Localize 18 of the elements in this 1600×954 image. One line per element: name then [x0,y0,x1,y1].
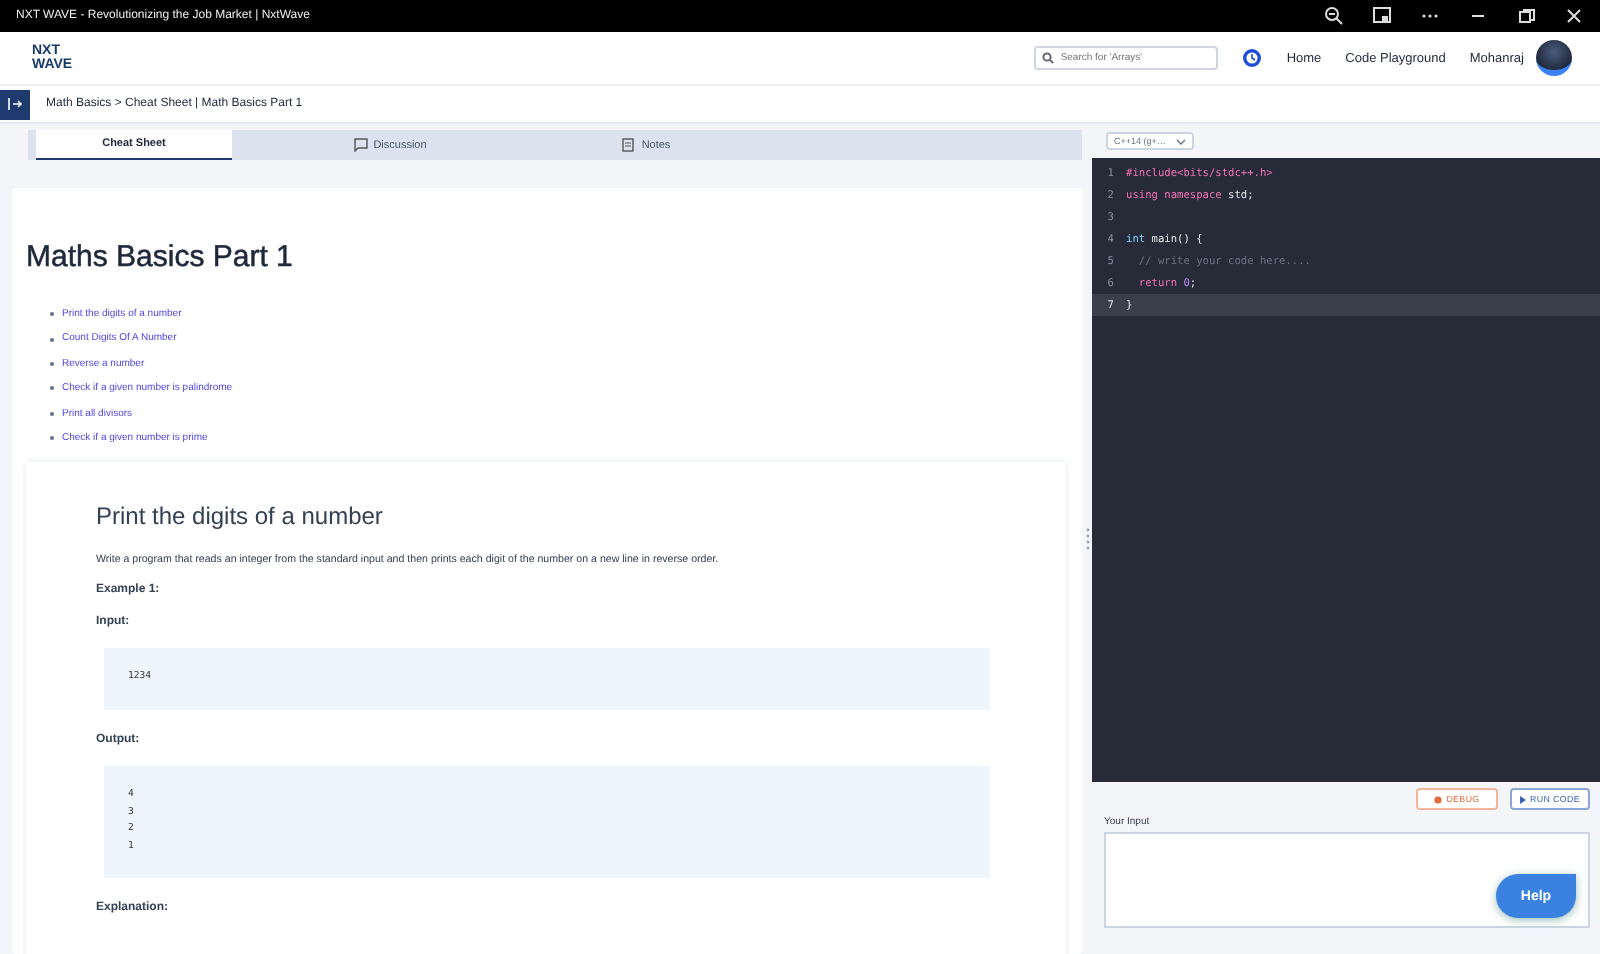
input-field[interactable] [1104,832,1590,928]
play-icon [1519,795,1526,803]
chat-icon [353,138,368,152]
zoom-icon[interactable] [1324,6,1344,26]
collapse-icon [6,96,24,112]
sidebar-toggle-button[interactable] [0,89,30,119]
cast-icon[interactable] [1372,6,1392,26]
chevron-icon [1176,137,1186,145]
clock-icon[interactable] [1242,48,1263,68]
article-title: Maths Basics Part 1 [26,240,295,274]
section-heading: Print the digits of a number [96,502,385,531]
drag-handle-icon[interactable] [1085,528,1089,550]
dot-icon [1434,795,1443,803]
search-icon [1042,52,1055,64]
avatar[interactable] [1536,40,1572,76]
restore-icon[interactable] [1516,6,1536,26]
notes-icon [621,138,636,152]
close-icon[interactable] [1564,6,1584,26]
